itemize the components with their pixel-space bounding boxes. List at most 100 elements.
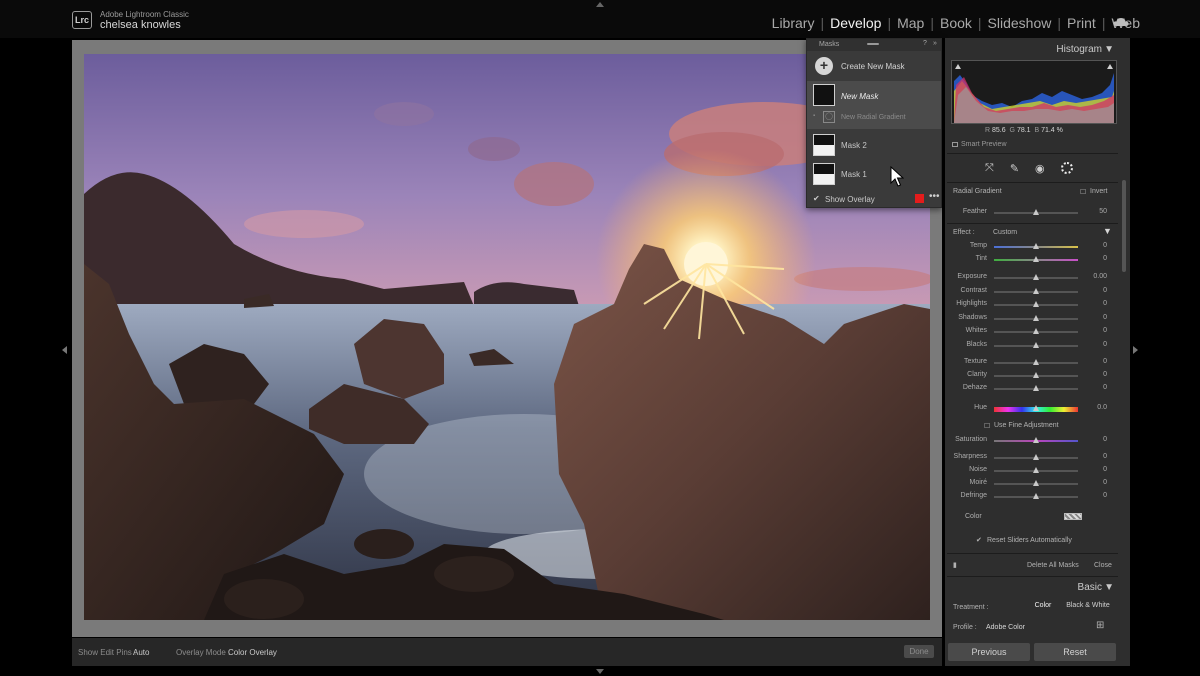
slider-highlights[interactable]: Highlights 0	[947, 300, 1117, 310]
slider-knob[interactable]	[1033, 287, 1039, 294]
masks-panel-header[interactable]: Masks ? »	[807, 39, 941, 51]
shadow-clipping-icon[interactable]	[955, 64, 961, 69]
histogram-collapse-icon[interactable]: ▼	[1104, 44, 1114, 55]
basic-panel-title[interactable]: Basic	[1078, 582, 1102, 593]
slider-value[interactable]: 0	[1103, 453, 1107, 460]
mask-component-label[interactable]: New Radial Gradient	[841, 114, 906, 121]
slider-blacks[interactable]: Blacks 0	[947, 341, 1117, 351]
hue-slider[interactable]: Hue 0.0	[947, 404, 1117, 414]
slider-knob[interactable]	[1033, 372, 1039, 378]
feather-knob[interactable]	[1033, 209, 1039, 215]
show-edit-pins-select[interactable]: Auto	[133, 648, 149, 657]
slider-value[interactable]: 0	[1103, 341, 1107, 348]
slider-clarity[interactable]: Clarity 0	[947, 371, 1117, 381]
mask-item-new-mask[interactable]: New Mask ▪ ◯ New Radial Gradient	[807, 81, 941, 129]
create-new-mask-button[interactable]: + Create New Mask	[807, 53, 941, 79]
show-overlay-checkbox[interactable]: ✔	[813, 194, 820, 203]
slider-moir-[interactable]: Moiré 0	[947, 479, 1117, 489]
hue-knob[interactable]	[1033, 405, 1039, 411]
slider-knob[interactable]	[1033, 255, 1039, 262]
slider-value[interactable]: 0	[1103, 384, 1107, 391]
slider-knob[interactable]	[1033, 328, 1039, 335]
highlight-clipping-icon[interactable]	[1107, 64, 1113, 69]
collapse-filmstrip-icon[interactable]	[596, 669, 604, 674]
masking-tool-icon[interactable]	[1060, 162, 1073, 174]
histogram-graph[interactable]	[951, 60, 1117, 124]
slider-defringe[interactable]: Defringe 0	[947, 492, 1117, 502]
slider-knob[interactable]	[1033, 359, 1039, 365]
close-masking-button[interactable]: Close	[1094, 562, 1112, 569]
effect-preset-select[interactable]: Custom	[993, 229, 1017, 236]
toggle-mask-icon[interactable]: ▮	[953, 561, 957, 569]
more-options-icon[interactable]: •••	[929, 191, 940, 202]
slider-knob[interactable]	[1033, 454, 1039, 460]
slider-sharpness[interactable]: Sharpness 0	[947, 453, 1117, 463]
collapse-right-panel-icon[interactable]	[1133, 346, 1138, 354]
treatment-color-option[interactable]: Color	[1030, 598, 1056, 614]
slider-noise[interactable]: Noise 0	[947, 466, 1117, 476]
treatment-bw-option[interactable]: Black & White	[1062, 598, 1114, 614]
module-slideshow[interactable]: Slideshow	[988, 15, 1052, 31]
slider-value[interactable]: 0	[1103, 479, 1107, 486]
collapse-chevron-icon[interactable]: »	[933, 40, 937, 47]
slider-knob[interactable]	[1033, 274, 1039, 280]
color-swatch-picker[interactable]	[1064, 513, 1082, 520]
slider-dehaze[interactable]: Dehaze 0	[947, 384, 1117, 394]
slider-temp[interactable]: Temp 0	[947, 242, 1117, 252]
slider-knob[interactable]	[1033, 243, 1039, 249]
crop-tool-icon[interactable]: ⤧	[985, 162, 994, 175]
slider-texture[interactable]: Texture 0	[947, 358, 1117, 368]
slider-whites[interactable]: Whites 0	[947, 327, 1117, 337]
delete-all-masks-button[interactable]: Delete All Masks	[1027, 562, 1079, 569]
module-develop[interactable]: Develop	[830, 15, 881, 31]
slider-knob[interactable]	[1033, 480, 1039, 486]
slider-knob[interactable]	[1033, 314, 1039, 321]
done-button[interactable]: Done	[904, 645, 934, 658]
slider-tint[interactable]: Tint 0	[947, 255, 1117, 265]
slider-knob[interactable]	[1033, 301, 1039, 308]
collapse-left-panel-icon[interactable]	[62, 346, 67, 354]
slider-knob[interactable]	[1033, 467, 1039, 473]
saturation-knob[interactable]	[1033, 437, 1039, 443]
slider-knob[interactable]	[1033, 493, 1039, 499]
red-eye-tool-icon[interactable]: ◉	[1035, 162, 1045, 175]
right-panel-scrollbar[interactable]	[1122, 180, 1126, 272]
slider-value[interactable]: 0	[1103, 255, 1107, 262]
module-library[interactable]: Library	[772, 15, 815, 31]
saturation-slider[interactable]: Saturation 0	[947, 436, 1117, 446]
profile-select[interactable]: Adobe Color	[986, 624, 1025, 631]
profile-browser-grid-icon[interactable]: ⊞	[1096, 620, 1104, 631]
overlay-color-swatch[interactable]	[915, 194, 924, 203]
feather-value[interactable]: 50	[1099, 208, 1107, 215]
reset-sliders-checkbox[interactable]: ✔	[976, 536, 982, 544]
overlay-mode-select[interactable]: Color Overlay	[228, 648, 277, 657]
reset-button[interactable]: Reset	[1034, 643, 1116, 661]
saturation-value[interactable]: 0	[1103, 436, 1107, 443]
slider-exposure[interactable]: Exposure 0.00	[947, 273, 1117, 283]
module-print[interactable]: Print	[1067, 15, 1096, 31]
histogram-title[interactable]: Histogram	[1056, 44, 1102, 55]
smart-preview-status[interactable]: Smart Preview	[952, 141, 1007, 148]
help-icon[interactable]: ?	[923, 40, 927, 47]
slider-value[interactable]: 0	[1103, 371, 1107, 378]
slider-knob[interactable]	[1033, 342, 1039, 348]
basic-collapse-icon[interactable]: ▼	[1104, 582, 1114, 593]
module-map[interactable]: Map	[897, 15, 924, 31]
feather-slider[interactable]: Feather 50	[947, 208, 1117, 218]
effect-collapse-icon[interactable]: ▼	[1103, 226, 1112, 236]
slider-value[interactable]: 0	[1103, 287, 1107, 294]
slider-value[interactable]: 0	[1103, 300, 1107, 307]
invert-checkbox[interactable]: ☐	[1080, 188, 1086, 196]
slider-shadows[interactable]: Shadows 0	[947, 314, 1117, 324]
module-book[interactable]: Book	[940, 15, 972, 31]
previous-button[interactable]: Previous	[948, 643, 1030, 661]
slider-value[interactable]: 0	[1103, 314, 1107, 321]
slider-value[interactable]: 0.00	[1093, 273, 1107, 280]
photo-preview[interactable]	[84, 54, 930, 620]
slider-value[interactable]: 0	[1103, 466, 1107, 473]
healing-tool-icon[interactable]: ✎	[1010, 162, 1019, 175]
slider-value[interactable]: 0	[1103, 358, 1107, 365]
cloud-sync-icon[interactable]	[1113, 17, 1129, 27]
slider-value[interactable]: 0	[1103, 327, 1107, 334]
fine-adjust-checkbox[interactable]: ☐	[984, 422, 990, 430]
